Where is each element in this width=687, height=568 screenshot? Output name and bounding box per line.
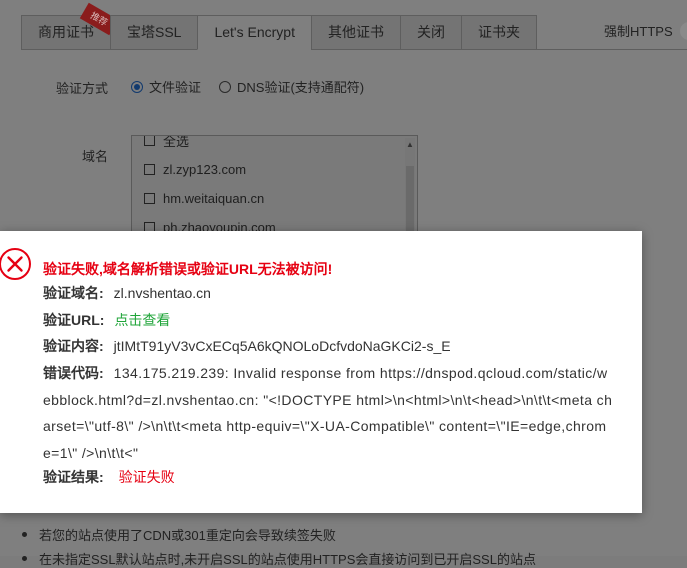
tab-close[interactable]: 关闭 [399, 15, 461, 50]
verify-result-row: 验证结果: 验证失败 [43, 464, 613, 491]
verify-content-row: 验证内容: jtIMtT91yV3vCxECq5A6kQNOLoDcfvdoNaG… [43, 333, 613, 360]
note-item: 在未指定SSL默认站点时,未开启SSL的站点使用HTTPS会直接访问到已开启SS… [22, 549, 536, 568]
verify-url-row: 验证URL: 点击查看 [43, 307, 613, 334]
radio-button[interactable] [219, 80, 232, 93]
error-title: 验证失败,域名解析错误或验证URL无法被访问! [43, 261, 333, 277]
domain-item-label: hm.weitaiquan.cn [163, 191, 265, 206]
verify-result-value: 验证失败 [118, 469, 175, 485]
domain-item-label: 全选 [163, 135, 190, 149]
note-item: 若您的站点使用了CDN或301重定向会导致续签失败 [22, 525, 336, 544]
verify-content-value: jtIMtT91yV3vCxECq5A6kQNOLoDcfvdoNaGKCi2-… [113, 338, 451, 354]
verify-url-label: 验证URL: [43, 312, 105, 328]
tab-label: 证书夹 [477, 24, 520, 40]
checkbox[interactable] [144, 164, 155, 175]
radio-dns-verify[interactable]: DNS验证(支持通配符) [219, 77, 364, 96]
error-x-icon [0, 248, 31, 280]
force-https-label: 强制HTTPS [604, 24, 673, 39]
error-code-row: 错误代码: 134.175.219.239: Invalid response f… [43, 360, 613, 466]
scroll-up-icon[interactable]: ▲ [406, 140, 414, 149]
bullet-icon [22, 532, 27, 537]
tab-label: 宝塔SSL [127, 24, 182, 40]
verify-content-label: 验证内容: [43, 338, 104, 354]
view-url-link[interactable]: 点击查看 [114, 312, 170, 328]
tab-lets-encrypt[interactable]: Let's Encrypt [197, 15, 311, 50]
tab-label: 商用证书 [38, 24, 94, 40]
tab-label: 其他证书 [327, 24, 384, 40]
domain-item[interactable]: zl.zyp123.com [132, 155, 417, 184]
radio-label: DNS验证(支持通配符) [237, 80, 365, 95]
verify-result-label: 验证结果: [43, 469, 104, 485]
domain-label: 域名 [82, 149, 109, 164]
verify-domain-value: zl.nvshentao.cn [113, 285, 211, 301]
ssl-tab-bar: 商用证书 推荐 宝塔SSL Let's Encrypt 其他证书 关闭 证书夹 [21, 2, 687, 50]
tab-other-cert[interactable]: 其他证书 [310, 15, 400, 50]
domain-select-all[interactable]: 全选 [132, 135, 417, 155]
radio-file-verify[interactable]: 文件验证 [131, 77, 201, 96]
tab-cert-folder[interactable]: 证书夹 [460, 15, 537, 50]
tab-label: Let's Encrypt [214, 24, 295, 40]
checkbox[interactable] [144, 193, 155, 204]
bullet-icon [22, 556, 27, 561]
domain-item-label: zl.zyp123.com [163, 162, 247, 177]
verify-method-options: 文件验证 DNS验证(支持通配符) [131, 77, 382, 96]
verify-domain-label: 验证域名: [43, 285, 104, 301]
domain-item[interactable]: hm.weitaiquan.cn [132, 184, 417, 213]
error-code-label: 错误代码: [43, 365, 104, 381]
tab-commercial-cert[interactable]: 商用证书 推荐 [21, 2, 119, 50]
radio-label: 文件验证 [149, 80, 202, 95]
note-text: 若您的站点使用了CDN或301重定向会导致续签失败 [39, 528, 336, 543]
radio-button[interactable] [131, 80, 143, 93]
verify-method-label: 验证方式 [56, 81, 109, 96]
checkbox[interactable] [144, 136, 155, 146]
scroll-thumb[interactable] [406, 166, 414, 236]
verify-domain-row: 验证域名: zl.nvshentao.cn [43, 280, 613, 307]
verify-error-dialog: 验证失败,域名解析错误或验证URL无法被访问! 验证域名: zl.nvshenta… [0, 231, 642, 513]
error-code-value: 134.175.219.239: Invalid response from h… [43, 365, 613, 461]
note-text: 在未指定SSL默认站点时,未开启SSL的站点使用HTTPS会直接访问到已开启SS… [39, 552, 536, 567]
tab-baota-ssl[interactable]: 宝塔SSL [110, 15, 198, 50]
tab-label: 关闭 [416, 24, 445, 40]
